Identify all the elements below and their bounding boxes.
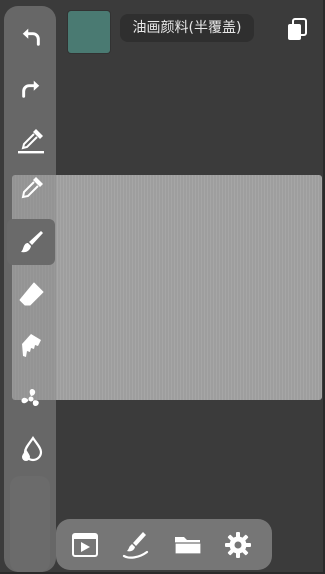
undo-button[interactable] <box>7 13 55 59</box>
settings-button[interactable] <box>221 528 255 562</box>
bottom-dock <box>56 519 272 570</box>
film-icon <box>72 533 98 557</box>
eyedropper-line-tool[interactable] <box>7 118 55 164</box>
open-folder-button[interactable] <box>171 528 205 562</box>
eyedropper-icon <box>21 177 43 199</box>
current-color-swatch[interactable] <box>68 11 110 53</box>
eraser-icon <box>19 282 44 306</box>
smudge-tool[interactable] <box>7 323 55 369</box>
brush-settings-button[interactable] <box>119 528 153 562</box>
blur-tool[interactable] <box>7 375 55 421</box>
gear-icon <box>225 532 251 558</box>
folder-icon <box>174 537 202 555</box>
eraser-tool[interactable] <box>7 271 55 317</box>
brush-name-label[interactable]: 油画颜料(半覆盖) <box>120 14 254 42</box>
layers-button[interactable] <box>286 18 308 42</box>
gallery-button[interactable] <box>68 528 102 562</box>
eyedropper-line-icon <box>18 129 44 154</box>
redo-icon <box>22 80 40 98</box>
redo-button[interactable] <box>7 65 55 111</box>
brush-tool[interactable] <box>7 219 55 265</box>
brush-stroke-icon <box>122 532 149 559</box>
water-drops-icon <box>22 436 43 462</box>
smudge-icon <box>22 334 41 357</box>
fan-icon <box>21 388 39 407</box>
eyedropper-tool[interactable] <box>7 166 55 212</box>
brush-icon <box>21 231 43 253</box>
undo-icon <box>22 28 40 46</box>
layers-icon <box>288 18 307 40</box>
water-tool[interactable] <box>7 426 55 472</box>
tool-rail-scrollbar[interactable] <box>10 476 50 572</box>
drawing-canvas[interactable] <box>12 175 322 400</box>
